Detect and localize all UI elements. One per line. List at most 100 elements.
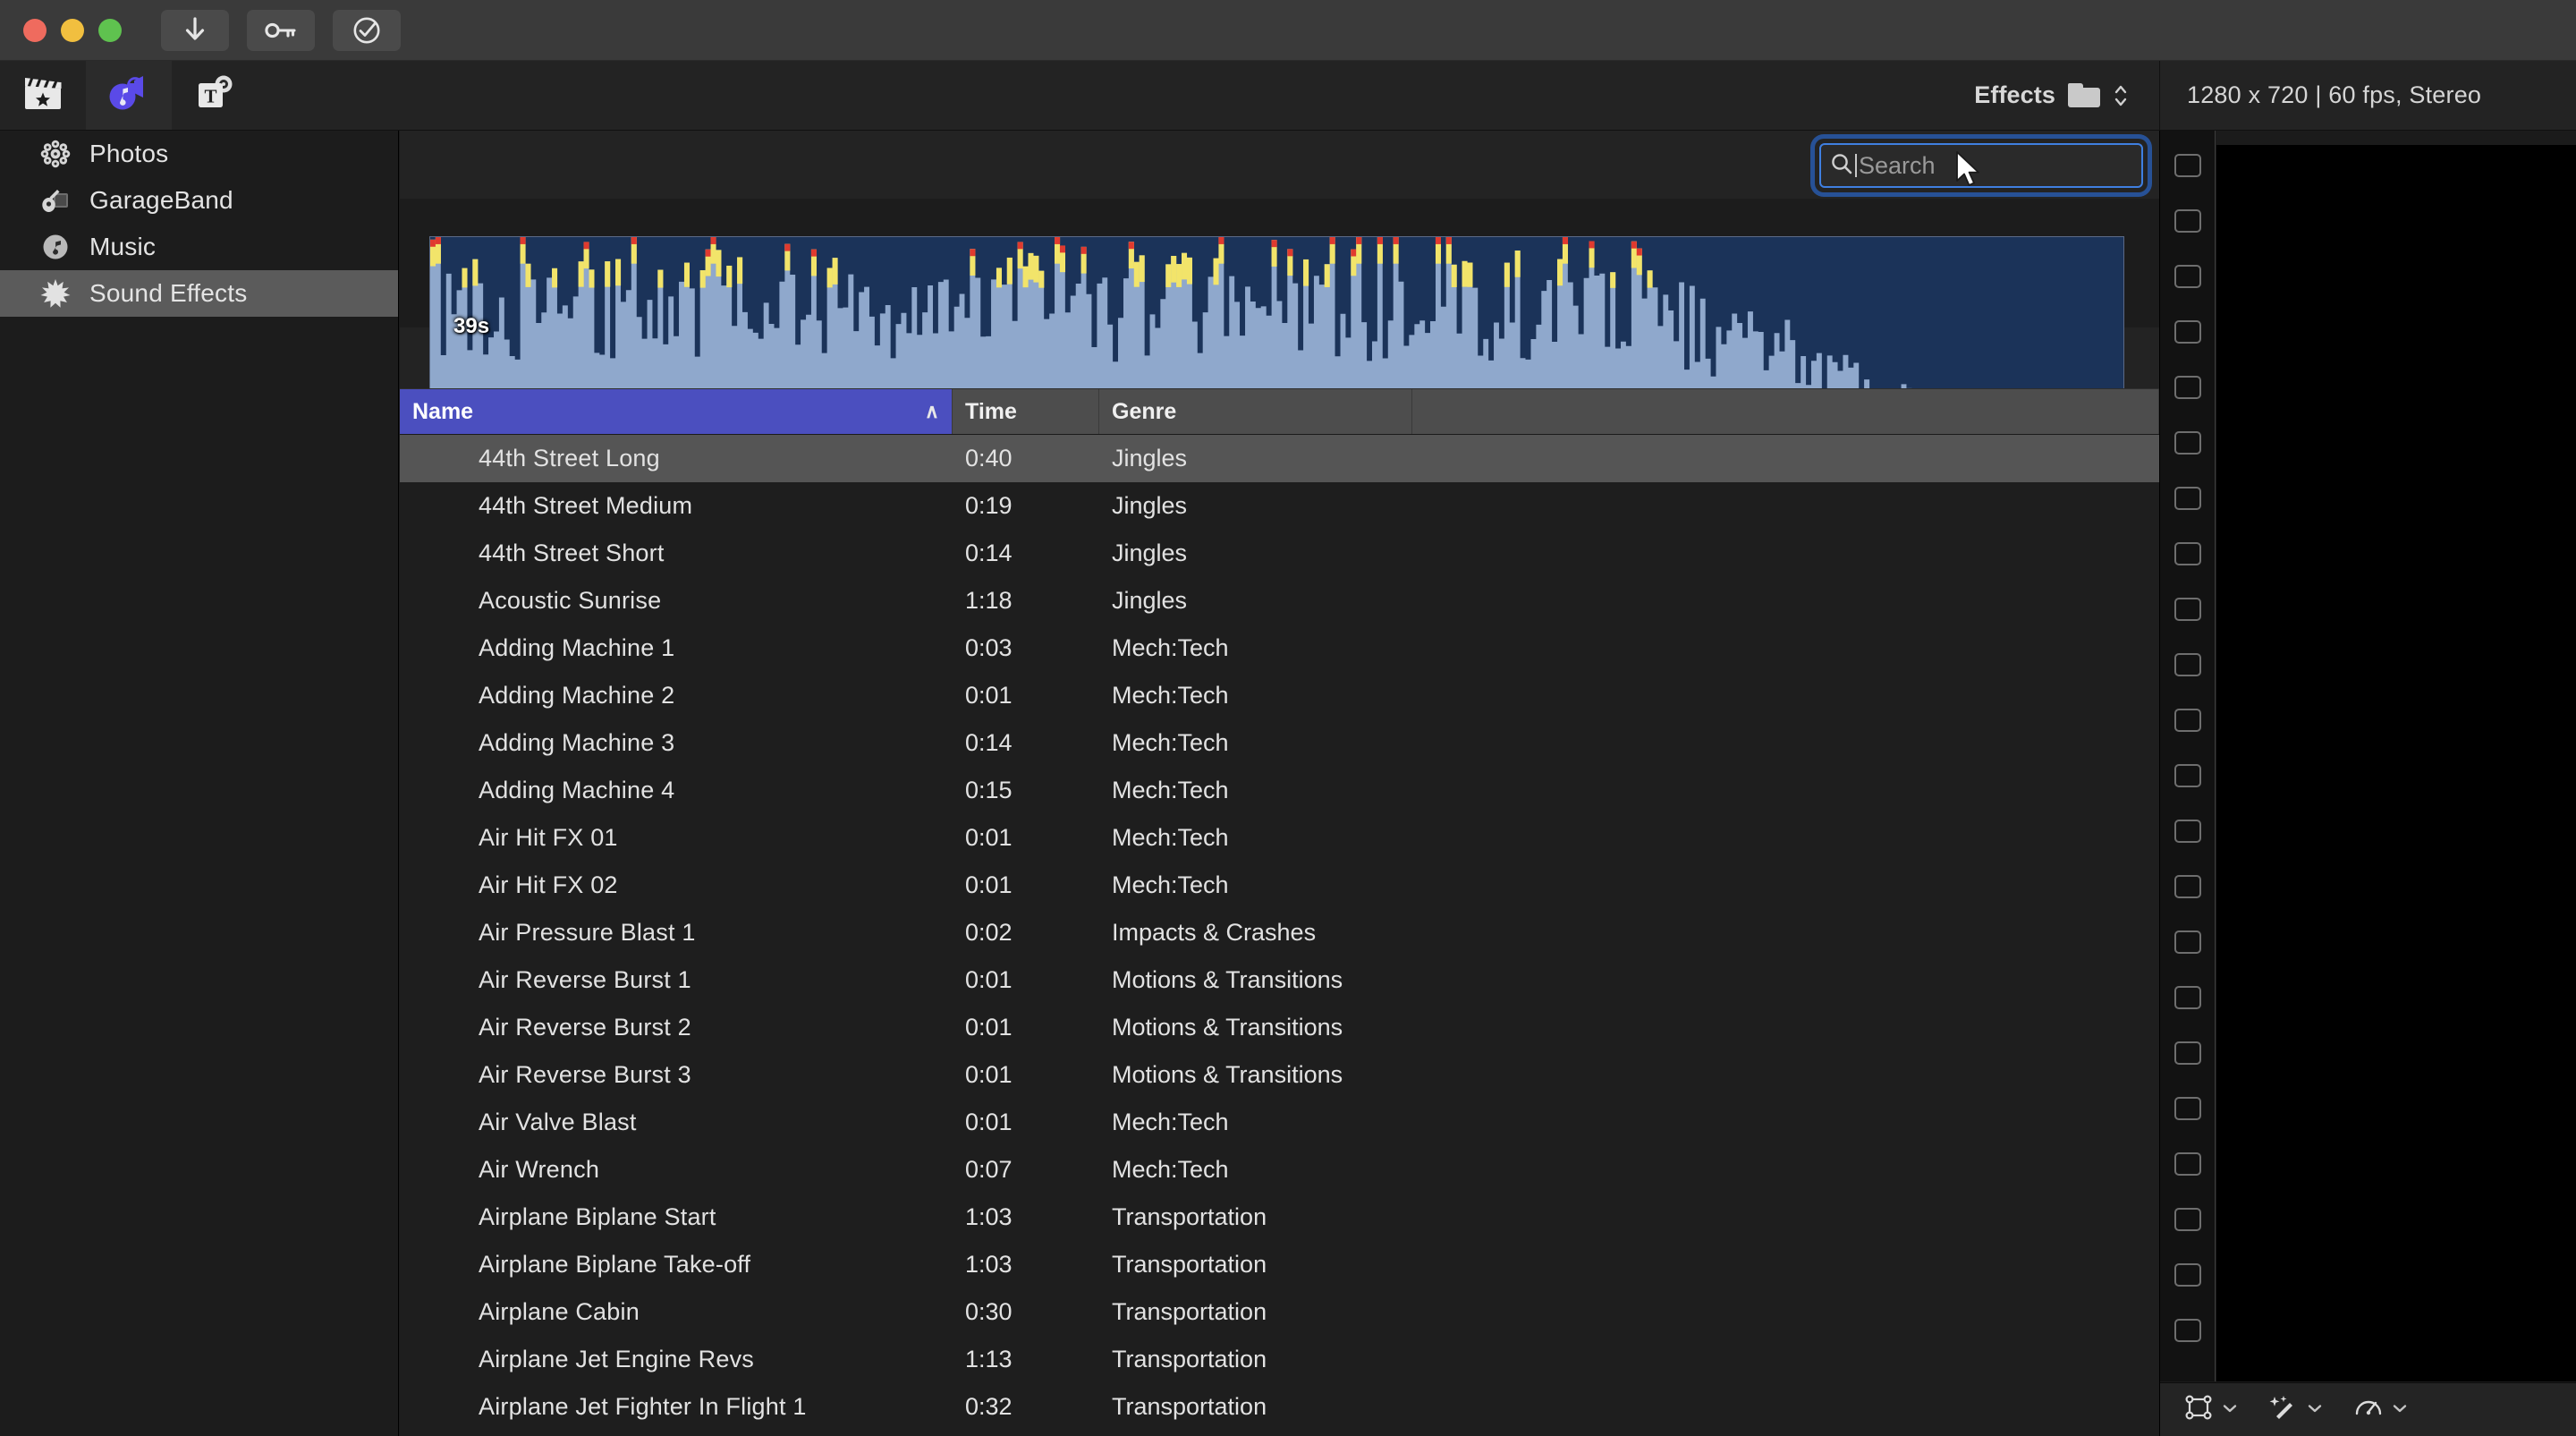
chevron-down-icon xyxy=(2307,1402,2323,1418)
viewer-info-bar: 1280 x 720 | 60 fps, Stereo xyxy=(2159,61,2576,131)
table-row[interactable]: 44th Street Medium0:19Jingles xyxy=(400,482,2159,530)
table-row[interactable]: Airplane Jet Engine Revs1:13Transportati… xyxy=(400,1336,2159,1383)
column-header-label: Genre xyxy=(1112,399,1176,425)
table-row[interactable]: Adding Machine 30:14Mech:Tech xyxy=(400,719,2159,767)
sidebar-item-photos[interactable]: Photos xyxy=(0,131,398,177)
traffic-light-group xyxy=(0,19,122,42)
table-row[interactable]: Air Hit FX 020:01Mech:Tech xyxy=(400,862,2159,909)
cell-time: 0:07 xyxy=(953,1156,1099,1184)
cell-time: 0:01 xyxy=(953,966,1099,994)
cell-time: 0:01 xyxy=(953,1109,1099,1136)
table-row[interactable]: Air Wrench0:07Mech:Tech xyxy=(400,1146,2159,1194)
retime-button[interactable] xyxy=(2353,1394,2408,1425)
sprocket-hole xyxy=(2174,653,2201,676)
analysis-button[interactable] xyxy=(333,10,401,51)
table-row[interactable]: Air Pressure Blast 10:02Impacts & Crashe… xyxy=(400,909,2159,956)
music-circle-icon xyxy=(39,231,72,263)
cell-genre: Mech:Tech xyxy=(1099,1109,1412,1136)
sprocket-hole xyxy=(2174,542,2201,565)
sidebar-item-label: Music xyxy=(89,233,156,261)
cell-name: Adding Machine 2 xyxy=(400,682,953,710)
table-row[interactable]: Air Reverse Burst 30:01Motions & Transit… xyxy=(400,1051,2159,1099)
cell-time: 1:13 xyxy=(953,1346,1099,1373)
music-note-speaker-icon xyxy=(107,74,150,116)
column-header-name[interactable]: Name ∧ xyxy=(400,389,953,434)
sprocket-hole xyxy=(2174,431,2201,455)
media-tab-audio-and-music[interactable] xyxy=(86,61,172,130)
sprocket-hole xyxy=(2174,1319,2201,1342)
cell-time: 0:01 xyxy=(953,1061,1099,1089)
sprocket-hole xyxy=(2174,154,2201,177)
minimize-window-button[interactable] xyxy=(61,19,84,42)
zoom-window-button[interactable] xyxy=(98,19,122,42)
sidebar-item-music[interactable]: Music xyxy=(0,224,398,270)
text-cursor xyxy=(1855,154,1857,177)
key-icon xyxy=(265,21,297,40)
sidebar-item-sound-effects[interactable]: Sound Effects xyxy=(0,270,398,317)
table-row[interactable]: Air Hit FX 010:01Mech:Tech xyxy=(400,814,2159,862)
search-field-wrapper: Search xyxy=(1819,143,2143,188)
column-header-time[interactable]: Time xyxy=(953,389,1099,434)
sidebar-item-label: Sound Effects xyxy=(89,279,247,308)
table-row[interactable]: 44th Street Short0:14Jingles xyxy=(400,530,2159,577)
table-row[interactable]: Airplane Biplane Start1:03Transportation xyxy=(400,1194,2159,1241)
table-row[interactable]: Airplane Biplane Take-off1:03Transportat… xyxy=(400,1241,2159,1288)
cell-genre: Transportation xyxy=(1099,1251,1412,1279)
table-row[interactable]: Adding Machine 10:03Mech:Tech xyxy=(400,625,2159,672)
table-row[interactable]: Airplane Jet Fighter In Flight 10:32Tran… xyxy=(400,1383,2159,1431)
cell-time: 0:14 xyxy=(953,729,1099,757)
table-row[interactable]: Acoustic Sunrise1:18Jingles xyxy=(400,577,2159,625)
table-row[interactable]: Adding Machine 40:15Mech:Tech xyxy=(400,767,2159,814)
speedometer-icon xyxy=(2353,1394,2384,1425)
cell-name: Air Reverse Burst 3 xyxy=(400,1061,953,1089)
cell-name: 44th Street Medium xyxy=(400,492,953,520)
transform-button[interactable] xyxy=(2183,1394,2238,1425)
table-row[interactable]: Airplane Cabin0:30Transportation xyxy=(400,1288,2159,1336)
table-row[interactable]: Adding Machine 20:01Mech:Tech xyxy=(400,672,2159,719)
clapperboard-star-icon xyxy=(22,74,64,116)
table-row[interactable]: 44th Street Long0:40Jingles xyxy=(400,435,2159,482)
cell-time: 1:03 xyxy=(953,1251,1099,1279)
svg-text:T: T xyxy=(204,86,216,107)
cell-genre: Mech:Tech xyxy=(1099,682,1412,710)
media-tab-titles-and-generators[interactable]: T xyxy=(172,61,258,130)
table-row[interactable]: Air Reverse Burst 20:01Motions & Transit… xyxy=(400,1004,2159,1051)
column-header-blank[interactable] xyxy=(1412,389,2159,434)
column-header-genre[interactable]: Genre xyxy=(1099,389,1412,434)
cell-genre: Jingles xyxy=(1099,587,1412,615)
sprocket-hole xyxy=(2174,598,2201,621)
cell-name: Air Hit FX 02 xyxy=(400,871,953,899)
project-format-info: 1280 x 720 | 60 fps, Stereo xyxy=(2187,81,2481,109)
sprocket-hole xyxy=(2174,1263,2201,1287)
table-row[interactable]: Air Reverse Burst 10:01Motions & Transit… xyxy=(400,956,2159,1004)
chevron-down-icon xyxy=(2222,1402,2238,1418)
titles-t-icon: T xyxy=(194,74,235,116)
cell-genre: Mech:Tech xyxy=(1099,824,1412,852)
table-row[interactable]: Air Valve Blast0:01Mech:Tech xyxy=(400,1099,2159,1146)
download-arrow-icon xyxy=(183,17,207,44)
cell-genre: Transportation xyxy=(1099,1346,1412,1373)
sprocket-hole xyxy=(2174,1152,2201,1176)
media-tab-photos-and-video[interactable] xyxy=(0,61,86,130)
effects-browser-control[interactable]: Effects xyxy=(1974,61,2159,130)
import-media-button[interactable] xyxy=(161,10,229,51)
cell-name: Airplane Cabin xyxy=(400,1298,953,1326)
viewer-bottom-toolbar xyxy=(2160,1382,2576,1436)
sidebar-item-garageband[interactable]: GarageBand xyxy=(0,177,398,224)
cell-genre: Motions & Transitions xyxy=(1099,1014,1412,1041)
cell-name: Airplane Biplane Take-off xyxy=(400,1251,953,1279)
close-window-button[interactable] xyxy=(23,19,47,42)
viewer-canvas[interactable] xyxy=(2216,145,2576,1381)
cell-genre: Mech:Tech xyxy=(1099,777,1412,804)
enhance-button[interactable] xyxy=(2268,1394,2323,1425)
library-header-bar: T Effects xyxy=(0,61,2159,131)
cell-genre: Mech:Tech xyxy=(1099,1156,1412,1184)
sprocket-hole xyxy=(2174,1208,2201,1231)
search-input[interactable]: Search xyxy=(1819,143,2143,188)
cell-time: 0:03 xyxy=(953,634,1099,662)
keywords-button[interactable] xyxy=(247,10,315,51)
sprocket-hole xyxy=(2174,764,2201,787)
cell-name: Air Reverse Burst 1 xyxy=(400,966,953,994)
sprocket-hole xyxy=(2174,265,2201,288)
clip-duration-label: 39s xyxy=(453,314,489,339)
